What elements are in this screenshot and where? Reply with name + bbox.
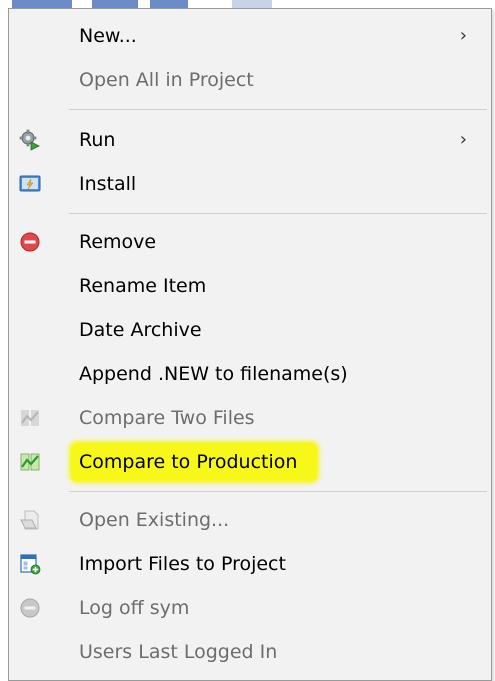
menu-item-rename-item[interactable]: Rename Item: [9, 264, 491, 308]
menu-item-label: New...: [79, 25, 137, 47]
submenu-arrow-icon: ›: [459, 25, 467, 46]
compare-icon: [20, 453, 40, 471]
menu-item-label: Import Files to Project: [79, 553, 286, 575]
menu-item-label: Remove: [79, 231, 157, 253]
background-window-strip: [0, 0, 495, 8]
menu-separator: [69, 491, 487, 492]
menu-separator: [69, 109, 487, 110]
menu-item-label: Users Last Logged In: [79, 641, 278, 663]
import-files-icon: [20, 554, 41, 575]
menu-item-compare-two-files[interactable]: Compare Two Files: [9, 396, 491, 440]
context-menu: New... › Open All in Project Run › Insta…: [8, 8, 492, 681]
menu-item-label: Compare Two Files: [79, 407, 255, 429]
background-text-fragment: [12, 0, 72, 8]
menu-separator: [69, 213, 487, 214]
install-icon: [19, 175, 41, 192]
gears-run-icon: [19, 129, 40, 151]
menu-item-date-archive[interactable]: Date Archive: [9, 308, 491, 352]
menu-item-label: Date Archive: [79, 319, 202, 341]
menu-item-compare-to-production[interactable]: Compare to Production: [9, 440, 491, 484]
submenu-arrow-icon: ›: [459, 129, 467, 150]
menu-item-open-all-in-project[interactable]: Open All in Project: [9, 58, 491, 102]
menu-item-label: Open Existing...: [79, 509, 230, 531]
log-off-icon: [20, 598, 40, 618]
menu-item-label: Install: [79, 173, 137, 195]
background-window: [0, 0, 8, 681]
remove-icon: [20, 232, 40, 252]
menu-item-append-new[interactable]: Append .NEW to filename(s): [9, 352, 491, 396]
menu-item-label: Run: [79, 129, 116, 151]
menu-item-users-last-logged-in[interactable]: Users Last Logged In: [9, 630, 491, 674]
menu-item-label: Open All in Project: [79, 69, 254, 91]
menu-item-label: Append .NEW to filename(s): [79, 363, 348, 385]
menu-item-label: Rename Item: [79, 275, 207, 297]
menu-item-open-existing[interactable]: Open Existing...: [9, 498, 491, 542]
menu-item-import-files-to-project[interactable]: Import Files to Project: [9, 542, 491, 586]
compare-icon: [21, 410, 39, 426]
menu-item-run[interactable]: Run ›: [9, 118, 491, 162]
menu-item-install[interactable]: Install: [9, 162, 491, 206]
open-document-icon: [20, 510, 39, 530]
menu-item-remove[interactable]: Remove: [9, 220, 491, 264]
menu-item-log-off-sym[interactable]: Log off sym: [9, 586, 491, 630]
background-text-fragment: [232, 0, 272, 8]
background-text-fragment: [92, 0, 138, 8]
menu-item-label: Compare to Production: [71, 443, 318, 481]
menu-item-new[interactable]: New... ›: [9, 14, 491, 58]
menu-item-label: Log off sym: [79, 597, 190, 619]
background-text-fragment: [150, 0, 188, 8]
